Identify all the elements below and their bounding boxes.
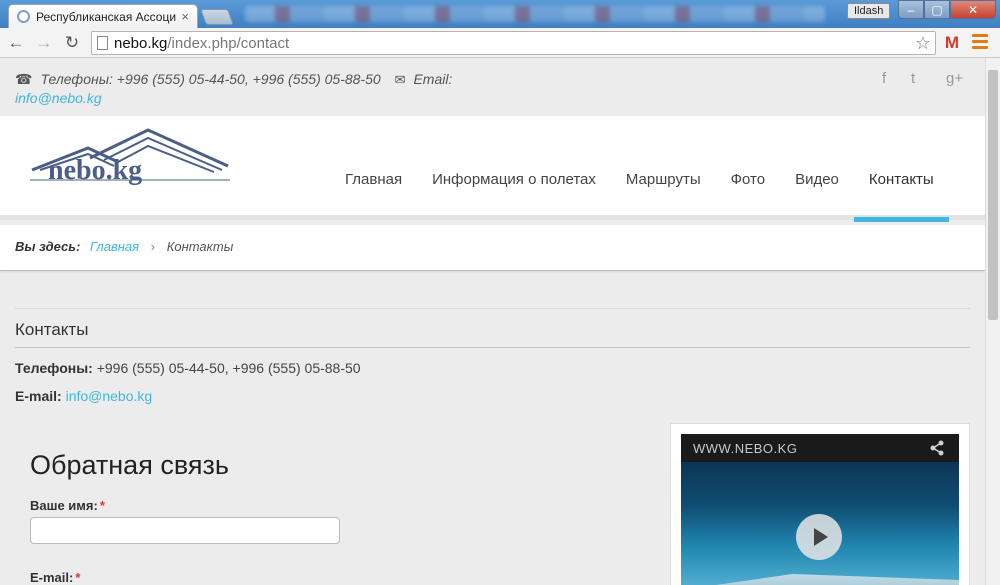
phones-label: Телефоны: (15, 360, 93, 376)
name-label-text: Ваше имя: (30, 498, 98, 513)
breadcrumb-bar: Вы здесь: Главная › Контакты (0, 225, 985, 271)
scrollbar-thumb[interactable] (988, 70, 998, 320)
tab-title: Республиканская Ассоци (36, 9, 177, 24)
main-navigation: Главная Информация о полетах Маршруты Фо… (330, 164, 949, 222)
contacts-phones: Телефоны: +996 (555) 05-44-50, +996 (555… (15, 360, 361, 376)
name-input[interactable] (30, 517, 340, 544)
back-arrow-icon[interactable]: ← (6, 33, 26, 53)
nav-item-routes[interactable]: Маршруты (611, 164, 716, 220)
breadcrumb: Вы здесь: Главная › Контакты (15, 239, 233, 254)
logo-text: nebo.kg (48, 155, 142, 186)
close-window-button[interactable]: ✕ (950, 0, 996, 19)
share-icon[interactable] (929, 440, 945, 456)
email-link[interactable]: info@nebo.kg (66, 388, 153, 404)
nav-item-photo[interactable]: Фото (716, 164, 780, 220)
twitter-icon[interactable]: t (911, 70, 915, 87)
address-bar[interactable]: nebo.kg/index.php/contact ☆ (91, 31, 936, 55)
facebook-icon[interactable]: f (882, 70, 886, 87)
phones-value: +996 (555) 05-44-50, +996 (555) 05-88-50 (96, 360, 361, 376)
tab-close-icon[interactable]: × (181, 10, 189, 23)
window-titlebar: Республиканская Ассоци × Ildash – ▢ ✕ (0, 0, 1000, 28)
email-field-label: E-mail: * (30, 570, 80, 585)
nav-item-video[interactable]: Видео (780, 164, 854, 220)
required-mark: * (75, 570, 81, 585)
minimize-button[interactable]: – (898, 0, 924, 19)
new-tab-button[interactable] (200, 9, 234, 25)
video-widget: WWW.NEBO.KG (670, 423, 970, 585)
site-header: nebo.kg Главная Информация о полетах Мар… (0, 116, 985, 222)
required-mark: * (99, 498, 105, 513)
browser-tab[interactable]: Республиканская Ассоци × (8, 4, 198, 28)
reload-icon[interactable]: ↻ (62, 33, 82, 53)
page-viewport: ☎ Телефоны: +996 (555) 05-44-50, +996 (55… (0, 58, 985, 585)
forward-arrow-icon[interactable]: → (34, 33, 54, 53)
content-divider (15, 347, 970, 348)
profile-badge[interactable]: Ildash (847, 3, 891, 19)
name-field-label: Ваше имя: * (30, 498, 105, 513)
content-divider-top (15, 308, 970, 309)
page-scrollbar[interactable] (985, 58, 1000, 585)
breadcrumb-label: Вы здесь: (15, 239, 81, 254)
nav-item-contacts[interactable]: Контакты (853, 164, 949, 222)
email-label-text: E-mail: (30, 570, 74, 585)
blurred-taskbar-area (245, 6, 825, 22)
page-icon (97, 36, 108, 50)
nav-item-flight-info[interactable]: Информация о полетах (417, 164, 611, 220)
breadcrumb-separator: › (150, 239, 156, 254)
envelope-icon: ✉ (394, 72, 406, 87)
bookmark-star-icon[interactable]: ☆ (915, 33, 931, 54)
top-email-label: Email: (413, 71, 453, 87)
maximize-button[interactable]: ▢ (924, 0, 950, 19)
gmail-icon[interactable]: M (942, 33, 962, 53)
top-contact-bar: ☎ Телефоны: +996 (555) 05-44-50, +996 (55… (15, 70, 485, 108)
video-thumbnail-scene (681, 574, 959, 585)
page-title: Контакты (15, 320, 89, 339)
nav-item-home[interactable]: Главная (330, 164, 417, 220)
video-brand: WWW.NEBO.KG (693, 441, 798, 456)
breadcrumb-current: Контакты (166, 239, 234, 254)
video-header: WWW.NEBO.KG (681, 434, 959, 462)
site-logo[interactable]: nebo.kg (30, 128, 240, 188)
contacts-email: E-mail: info@nebo.kg (15, 388, 152, 404)
browser-menu-icon[interactable] (972, 34, 988, 52)
feedback-form-title: Обратная связь (30, 450, 229, 480)
browser-toolbar: ← → ↻ nebo.kg/index.php/contact ☆ M (0, 28, 1000, 58)
url-host: nebo.kg (114, 34, 168, 52)
play-button-icon[interactable] (796, 514, 842, 560)
phone-icon: ☎ (15, 71, 33, 87)
google-plus-icon[interactable]: g+ (946, 70, 963, 87)
breadcrumb-home-link[interactable]: Главная (90, 239, 139, 254)
url-path: /index.php/contact (167, 34, 290, 52)
site-favicon-icon (17, 10, 30, 23)
video-player[interactable]: WWW.NEBO.KG (681, 434, 959, 585)
top-email-link[interactable]: info@nebo.kg (15, 90, 102, 106)
top-phones: Телефоны: +996 (555) 05-44-50, +996 (555… (40, 71, 381, 87)
email-label: E-mail: (15, 388, 62, 404)
